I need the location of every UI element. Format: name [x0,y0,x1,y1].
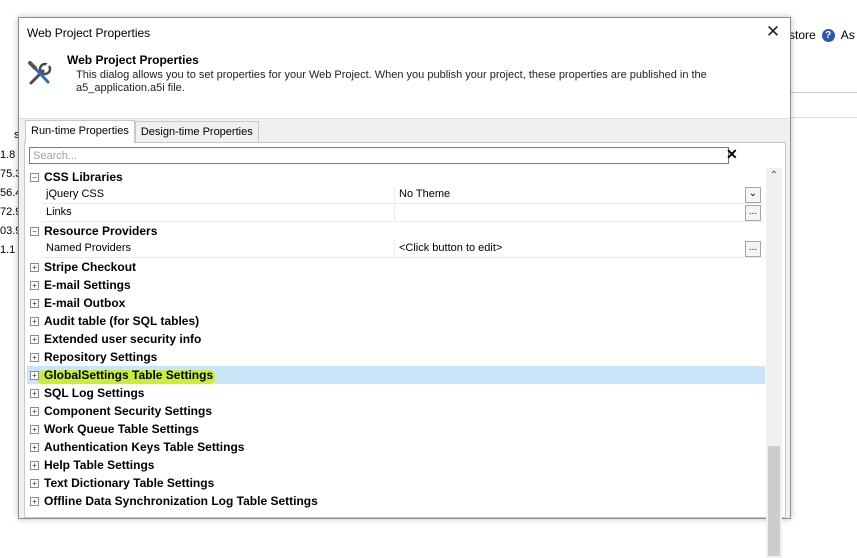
tab-run-time-properties[interactable]: Run-time Properties [25,120,135,143]
property-value[interactable]: <Click button to edit> [394,240,763,258]
help-icon[interactable]: ? [821,28,835,42]
background-value: 72.9 [0,206,22,218]
category-css-libraries[interactable]: − CSS Libraries [27,168,765,186]
background-value-column: s 1.8 75.3 56.4 72.9 03.9 1.1 [0,127,22,260]
category-component-security-settings[interactable]: + Component Security Settings [27,402,765,420]
category-label: Audit table (for SQL tables) [44,314,200,328]
background-divider [789,92,857,93]
tabs-area: Run-time Properties Design-time Properti… [19,119,790,558]
tab-design-time-properties[interactable]: Design-time Properties [134,121,259,142]
expand-icon[interactable]: + [30,371,39,380]
category-label: Work Queue Table Settings [44,422,199,436]
dialog-titlebar[interactable]: Web Project Properties ✕ [19,18,790,48]
category-email-outbox[interactable]: + E-mail Outbox [27,294,765,312]
expand-icon[interactable]: + [30,407,39,416]
expand-icon[interactable]: + [30,497,39,506]
category-label: E-mail Settings [44,278,131,292]
category-label: Repository Settings [44,350,158,364]
expand-icon[interactable]: + [30,479,39,488]
category-email-settings[interactable]: + E-mail Settings [27,276,765,294]
category-label: SQL Log Settings [44,386,145,400]
dialog-title: Web Project Properties [27,26,151,40]
property-name: Named Providers [42,240,394,258]
background-divider [789,117,857,118]
property-name: jQuery CSS [42,186,394,204]
tools-icon [28,61,52,85]
expand-icon[interactable]: + [30,335,39,344]
expand-icon[interactable]: + [30,281,39,290]
expand-icon[interactable]: + [30,389,39,398]
category-label: Help Table Settings [44,458,155,472]
background-value: 75.3 [0,168,22,180]
ellipsis-button[interactable]: ... [745,205,761,221]
category-label: E-mail Outbox [44,296,126,310]
background-value: 1.8 [0,149,16,161]
category-label: Authentication Keys Table Settings [44,440,245,454]
property-jquery-css[interactable]: jQuery CSS No Theme ⌄ [27,186,765,204]
category-work-queue-table-settings[interactable]: + Work Queue Table Settings [27,420,765,438]
background-value: 1.1 [0,244,16,256]
category-sql-log-settings[interactable]: + SQL Log Settings [27,384,765,402]
ellipsis-button[interactable]: ... [745,241,761,257]
background-value: 56.4 [0,187,22,199]
header-title: Web Project Properties [67,53,199,67]
category-text-dictionary-table-settings[interactable]: + Text Dictionary Table Settings [27,474,765,492]
run-time-properties-panel: ✕ − CSS Libraries jQuery CSS No Theme ⌄ … [24,142,786,558]
category-offline-data-sync-log-table-settings[interactable]: + Offline Data Synchronization Log Table… [27,492,765,510]
expand-icon[interactable]: + [30,317,39,326]
scroll-up-icon[interactable]: ⌃ [766,170,782,182]
collapse-icon[interactable]: − [30,227,39,236]
background-value: 03.9 [0,225,22,237]
background-toolbar-text[interactable]: store [789,28,816,42]
property-named-providers[interactable]: Named Providers <Click button to edit> .… [27,240,765,258]
header-description: This dialog allows you to set properties… [76,69,707,94]
category-label: Component Security Settings [44,404,213,418]
vertical-scrollbar[interactable]: ⌃ [766,168,782,558]
property-value[interactable] [394,204,763,222]
category-authentication-keys-table-settings[interactable]: + Authentication Keys Table Settings [27,438,765,456]
category-globalsettings-table-settings[interactable]: + GlobalSettings Table Settings [27,366,765,384]
property-links[interactable]: Links ... [27,204,765,222]
expand-icon[interactable]: + [30,425,39,434]
expand-icon[interactable]: + [30,299,39,308]
category-stripe-checkout[interactable]: + Stripe Checkout [27,258,765,276]
category-label: Text Dictionary Table Settings [44,476,215,490]
web-project-properties-dialog: Web Project Properties ✕ Web Project Pro… [18,17,791,558]
dropdown-chevron-icon[interactable]: ⌄ [745,187,761,203]
search-input[interactable] [29,147,729,164]
category-label: Resource Providers [44,224,158,238]
expand-icon[interactable]: + [30,461,39,470]
category-audit-table[interactable]: + Audit table (for SQL tables) [27,312,765,330]
close-icon[interactable]: ✕ [764,23,782,41]
collapse-icon[interactable]: − [30,173,39,182]
property-name: Links [42,204,394,222]
property-value[interactable]: No Theme [394,186,763,204]
category-resource-providers[interactable]: − Resource Providers [27,222,765,240]
expand-icon[interactable]: + [30,353,39,362]
category-repository-settings[interactable]: + Repository Settings [27,348,765,366]
property-grid: − CSS Libraries jQuery CSS No Theme ⌄ Li… [27,168,765,538]
category-label: Offline Data Synchronization Log Table S… [44,494,318,508]
expand-icon[interactable]: + [30,263,39,272]
category-label: CSS Libraries [44,170,123,184]
category-label: GlobalSettings Table Settings [44,368,214,382]
background-toolbar: store ? As [789,28,855,42]
category-help-table-settings[interactable]: + Help Table Settings [27,456,765,474]
tab-strip: Run-time Properties Design-time Properti… [25,120,259,143]
category-label: Stripe Checkout [44,260,137,274]
scrollbar-thumb[interactable] [768,446,780,556]
dialog-header: Web Project Properties This dialog allow… [19,48,790,118]
category-label: Extended user security info [44,332,202,346]
background-toolbar-trail[interactable]: As [841,28,855,42]
clear-search-icon[interactable]: ✕ [726,146,738,163]
category-extended-user-security[interactable]: + Extended user security info [27,330,765,348]
expand-icon[interactable]: + [30,443,39,452]
